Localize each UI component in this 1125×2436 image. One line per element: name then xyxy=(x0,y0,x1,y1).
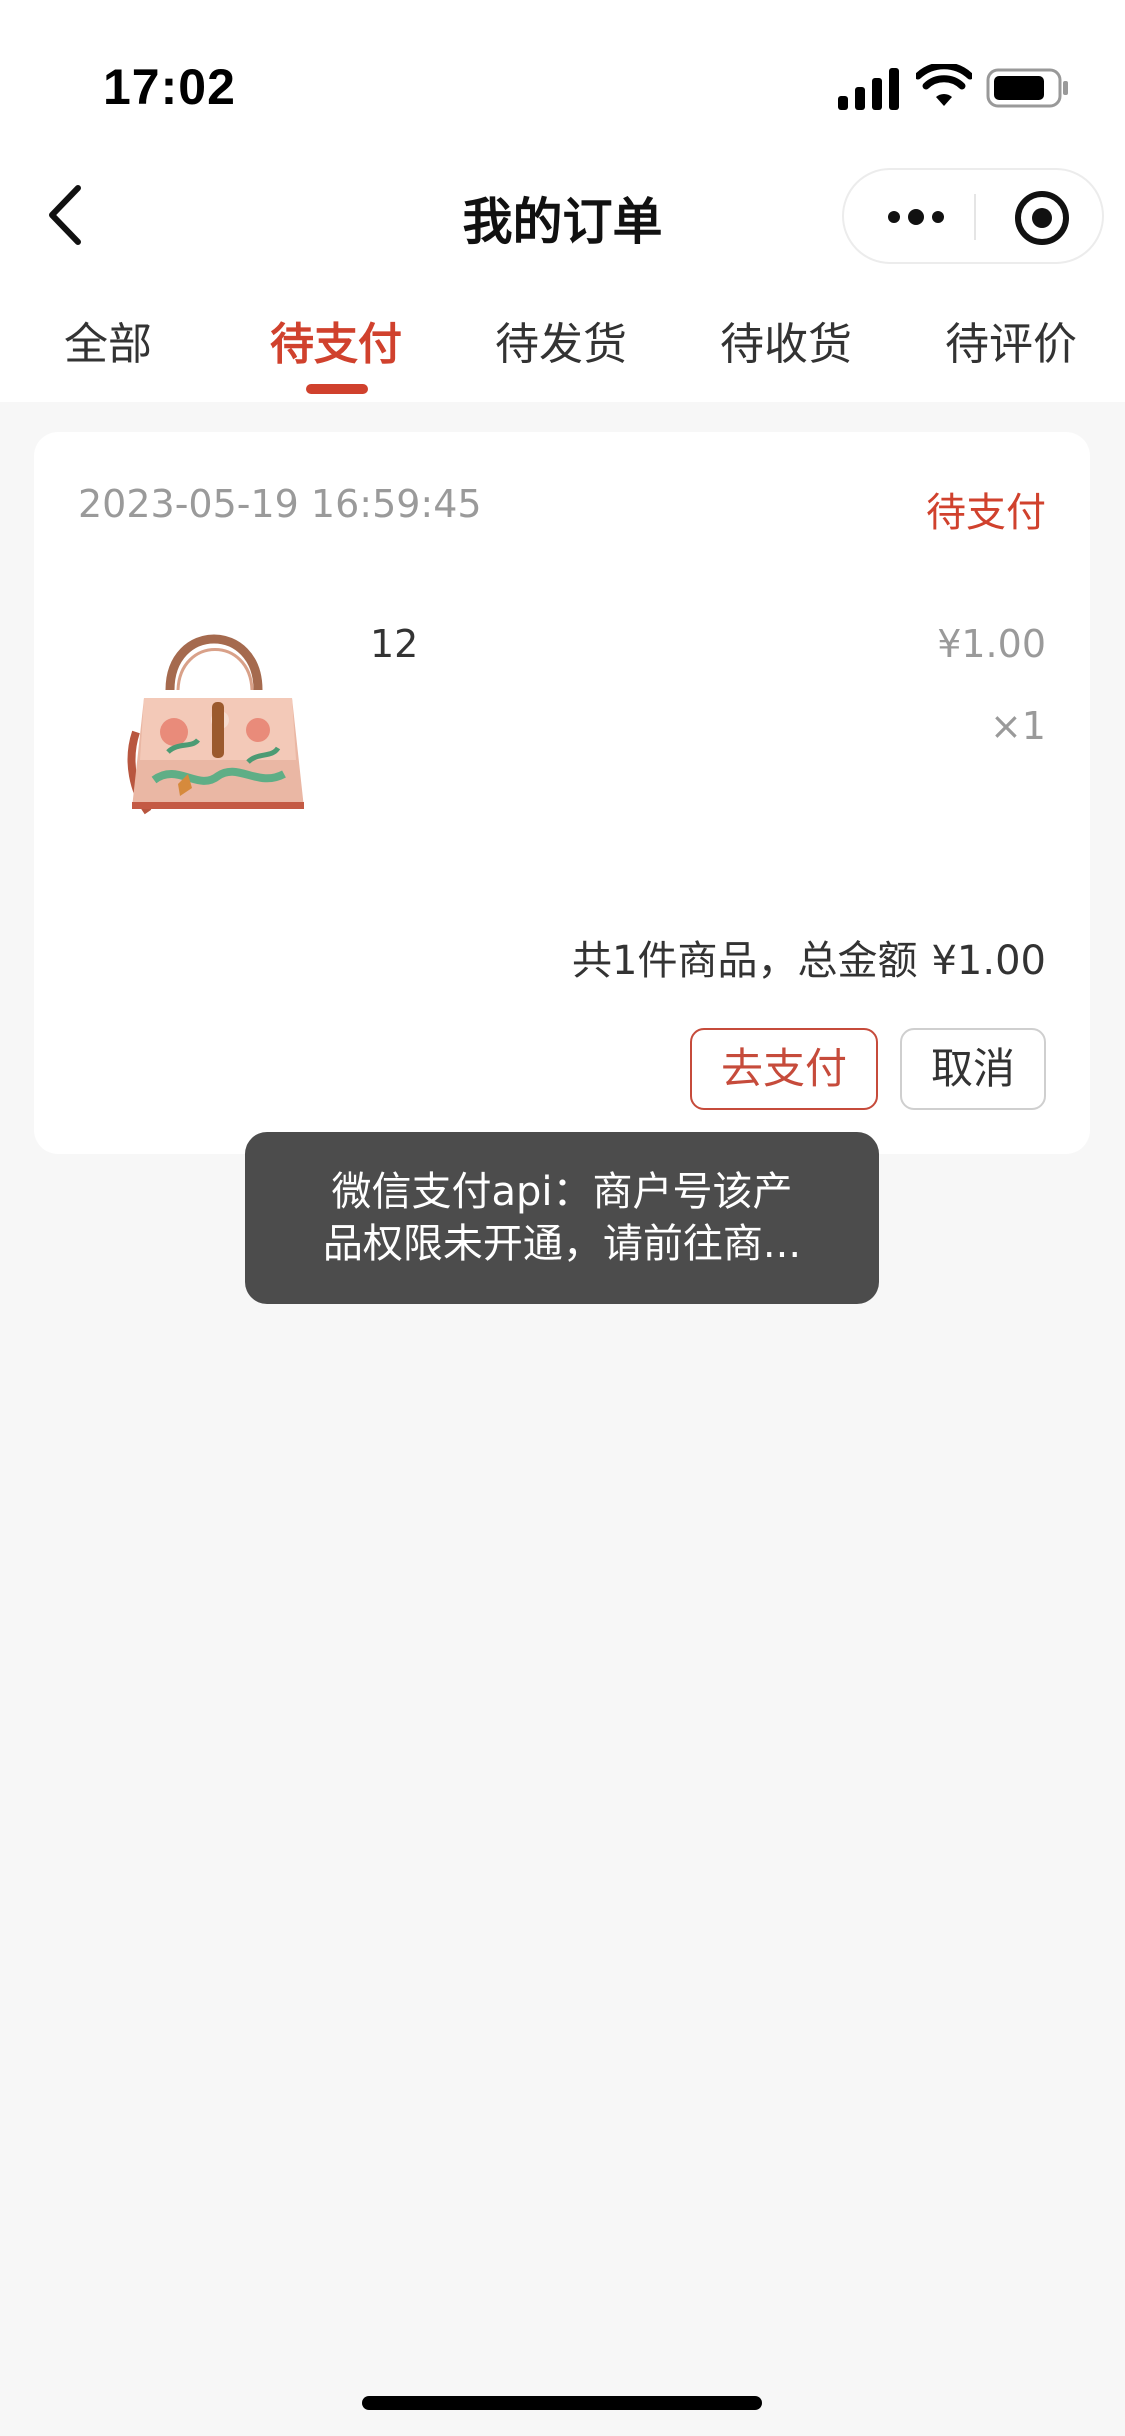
order-summary: 共1件商品，总金额 ¥1.00 xyxy=(572,928,1046,986)
pay-button[interactable]: 去支付 xyxy=(690,1028,878,1110)
capsule-divider xyxy=(974,194,976,240)
order-card[interactable]: 2023-05-19 16:59:45 待支付 12 ¥1.00 ×1 共1件商… xyxy=(34,432,1090,1154)
tab-pending-payment[interactable]: 待支付 xyxy=(270,308,402,378)
order-status: 待支付 xyxy=(926,490,1046,536)
miniprogram-capsule xyxy=(842,168,1104,264)
toast-message: 微信支付api：商户号该产 品权限未开通，请前往商... xyxy=(245,1132,879,1304)
cellular-signal-icon xyxy=(838,68,899,110)
active-tab-indicator xyxy=(306,384,368,394)
tab-pending-review[interactable]: 待评价 xyxy=(945,308,1077,378)
order-total: ¥1.00 xyxy=(931,938,1046,984)
tab-all[interactable]: 全部 xyxy=(64,308,152,378)
product-name[interactable]: 12 xyxy=(370,622,418,666)
wifi-icon xyxy=(916,64,972,106)
order-status-tabs: 全部 待支付 待发货 待收货 待评价 xyxy=(0,300,1125,390)
status-time: 17:02 xyxy=(103,59,236,115)
item-count-label: 共1件商品，总金额 xyxy=(572,938,918,984)
more-options-icon[interactable] xyxy=(884,200,948,234)
tab-pending-receipt[interactable]: 待收货 xyxy=(720,308,852,378)
battery-icon xyxy=(986,68,1068,108)
cancel-button[interactable]: 取消 xyxy=(900,1028,1046,1110)
product-quantity: ×1 xyxy=(989,704,1046,748)
product-image[interactable] xyxy=(108,612,328,822)
tab-pending-shipment[interactable]: 待发货 xyxy=(495,308,627,378)
toast-line-1: 微信支付api：商户号该产 xyxy=(331,1169,793,1215)
close-miniprogram-icon[interactable] xyxy=(1014,190,1070,246)
order-time: 2023-05-19 16:59:45 xyxy=(78,482,482,526)
product-price: ¥1.00 xyxy=(937,622,1046,666)
toast-line-2: 品权限未开通，请前往商... xyxy=(322,1221,802,1267)
home-indicator[interactable] xyxy=(362,2396,762,2410)
